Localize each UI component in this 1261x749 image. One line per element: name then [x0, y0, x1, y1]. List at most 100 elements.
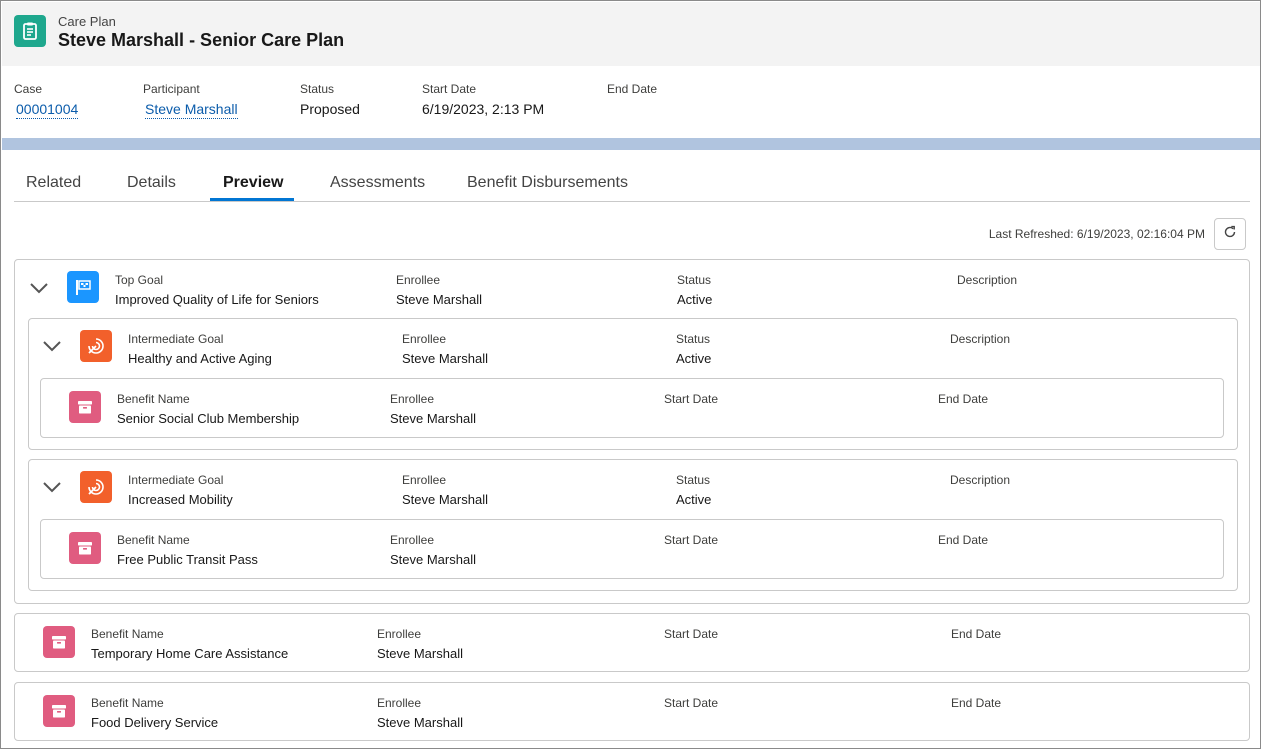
status-field: Status Proposed — [300, 82, 360, 117]
top-goal-enrollee: Steve Marshall — [396, 292, 482, 307]
benefit-end-date-field: End Date — [951, 696, 1001, 715]
refresh-icon — [1223, 225, 1237, 244]
enrollee-label: Enrollee — [390, 533, 435, 547]
benefit-name-field: Benefit Name Free Public Transit Pass — [117, 533, 258, 567]
intermediate-goal-description-field: Description — [950, 332, 1010, 351]
enrollee-label: Enrollee — [402, 332, 447, 346]
benefit-card[interactable]: Benefit Name Temporary Home Care Assista… — [14, 613, 1250, 672]
benefit-name-label: Benefit Name — [91, 696, 164, 710]
collapse-intermediate-goal-button[interactable] — [40, 475, 64, 499]
tab-benefit-disbursements[interactable]: Benefit Disbursements — [467, 174, 628, 192]
benefit-name-label: Benefit Name — [117, 392, 190, 406]
benefit-end-date-field: End Date — [951, 627, 1001, 646]
object-label: Care Plan — [58, 14, 116, 29]
enrollee-label: Enrollee — [402, 473, 447, 487]
benefit-name: Senior Social Club Membership — [117, 411, 300, 426]
benefit-enrollee: Steve Marshall — [390, 552, 476, 567]
intermediate-goal-icon — [80, 330, 112, 362]
chevron-down-icon — [43, 482, 61, 493]
benefit-name: Temporary Home Care Assistance — [91, 646, 289, 661]
participant-link[interactable]: Steve Marshall — [145, 101, 238, 119]
benefit-enrollee-field: Enrollee Steve Marshall — [377, 627, 463, 661]
benefit-name-field: Benefit Name Senior Social Club Membersh… — [117, 392, 299, 426]
intermediate-goal-status-field: Status Active — [676, 332, 711, 366]
intermediate-goal-enrollee: Steve Marshall — [402, 351, 488, 366]
end-date-label: End Date — [938, 533, 989, 547]
benefit-start-date-field: Start Date — [664, 696, 718, 715]
start-date-label: Start Date — [664, 392, 719, 406]
benefit-name-label: Benefit Name — [91, 627, 164, 641]
top-goal-description-field: Description — [957, 273, 1017, 292]
collapse-top-goal-button[interactable] — [27, 276, 51, 300]
benefit-enrollee: Steve Marshall — [377, 715, 463, 730]
refresh-button[interactable] — [1214, 218, 1246, 250]
intermediate-goal-card: Intermediate Goal Increased Mobility Enr… — [28, 459, 1238, 591]
top-goal-card: Top Goal Improved Quality of Life for Se… — [14, 259, 1250, 604]
page-title: Steve Marshall - Senior Care Plan — [58, 30, 345, 50]
top-goal-enrollee-field: Enrollee Steve Marshall — [396, 273, 482, 307]
benefit-box-icon — [43, 695, 75, 727]
divider-band — [2, 138, 1260, 150]
end-date-field: End Date — [607, 82, 657, 101]
status-label: Status — [677, 273, 712, 287]
benefit-start-date-field: Start Date — [664, 627, 718, 646]
benefit-name-field: Benefit Name Food Delivery Service — [91, 696, 218, 730]
benefit-card[interactable]: Benefit Name Free Public Transit Pass En… — [40, 519, 1224, 579]
last-refreshed-text: Last Refreshed: 6/19/2023, 02:16:04 PM — [988, 227, 1205, 241]
intermediate-goal-card: Intermediate Goal Healthy and Active Agi… — [28, 318, 1238, 450]
benefit-start-date-field: Start Date — [664, 392, 718, 411]
benefit-card[interactable]: Benefit Name Senior Social Club Membersh… — [40, 378, 1224, 438]
care-plan-icon — [14, 15, 46, 47]
tab-preview[interactable]: Preview — [223, 174, 283, 192]
benefit-name: Food Delivery Service — [91, 715, 219, 730]
collapse-intermediate-goal-button[interactable] — [40, 334, 64, 358]
app-frame: Care Plan Steve Marshall - Senior Care P… — [0, 0, 1261, 749]
end-date-label: End Date — [607, 82, 658, 96]
end-date-label: End Date — [951, 627, 1002, 641]
benefit-enrollee-field: Enrollee Steve Marshall — [377, 696, 463, 730]
top-goal-name: Improved Quality of Life for Seniors — [115, 292, 319, 307]
status-label: Status — [676, 473, 711, 487]
case-field: Case 00001004 — [14, 82, 79, 119]
benefit-name-label: Benefit Name — [117, 533, 190, 547]
start-date-label: Start Date — [664, 696, 719, 710]
status-label: Status — [676, 332, 711, 346]
intermediate-goal-enrollee-field: Enrollee Steve Marshall — [402, 473, 488, 507]
case-label: Case — [14, 82, 43, 96]
participant-field: Participant Steve Marshall — [143, 82, 238, 119]
tab-related[interactable]: Related — [26, 174, 81, 192]
tab-assessments[interactable]: Assessments — [330, 174, 425, 192]
case-link[interactable]: 00001004 — [16, 101, 79, 119]
highlights-panel: Case 00001004 Participant Steve Marshall… — [2, 66, 1260, 138]
benefit-end-date-field: End Date — [938, 533, 988, 552]
benefit-box-icon — [43, 626, 75, 658]
benefit-card[interactable]: Benefit Name Food Delivery Service Enrol… — [14, 682, 1250, 741]
intermediate-goal-status-field: Status Active — [676, 473, 711, 507]
benefit-enrollee-field: Enrollee Steve Marshall — [390, 533, 476, 567]
intermediate-goal-label: Intermediate Goal — [128, 332, 224, 346]
intermediate-goal-name: Increased Mobility — [128, 492, 233, 507]
intermediate-goal-status: Active — [676, 351, 712, 366]
description-label: Description — [957, 273, 1018, 287]
end-date-label: End Date — [951, 696, 1002, 710]
top-goal-label: Top Goal — [115, 273, 164, 287]
start-date-label: Start Date — [664, 533, 719, 547]
end-date-label: End Date — [938, 392, 989, 406]
intermediate-goal-name: Healthy and Active Aging — [128, 351, 272, 366]
description-label: Description — [950, 473, 1011, 487]
start-date-value: 6/19/2023, 2:13 PM — [422, 101, 545, 117]
enrollee-label: Enrollee — [377, 696, 422, 710]
status-value: Proposed — [300, 101, 360, 117]
intermediate-goal-description-field: Description — [950, 473, 1010, 492]
benefit-end-date-field: End Date — [938, 392, 988, 411]
tab-details[interactable]: Details — [127, 174, 176, 192]
participant-label: Participant — [143, 82, 200, 96]
benefit-name-field: Benefit Name Temporary Home Care Assista… — [91, 627, 288, 661]
benefit-name: Free Public Transit Pass — [117, 552, 258, 567]
start-date-label: Start Date — [422, 82, 477, 96]
benefit-start-date-field: Start Date — [664, 533, 718, 552]
enrollee-label: Enrollee — [390, 392, 435, 406]
status-label: Status — [300, 82, 335, 96]
chevron-down-icon — [43, 341, 61, 352]
start-date-label: Start Date — [664, 627, 719, 641]
